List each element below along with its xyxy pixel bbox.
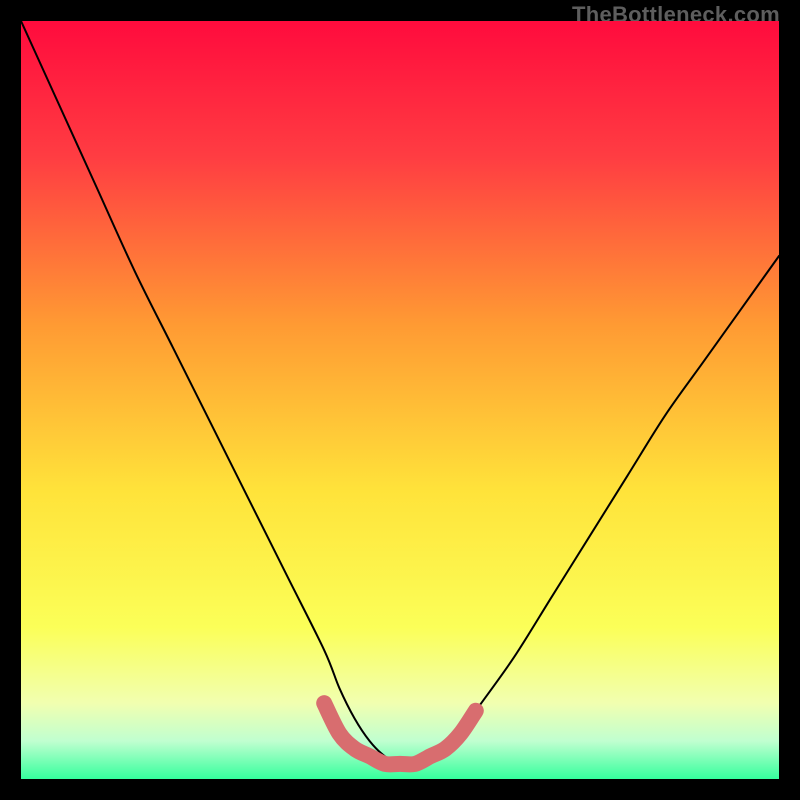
gradient-background: [21, 21, 779, 779]
chart-frame: TheBottleneck.com: [0, 0, 800, 800]
bottleneck-chart: [21, 21, 779, 779]
